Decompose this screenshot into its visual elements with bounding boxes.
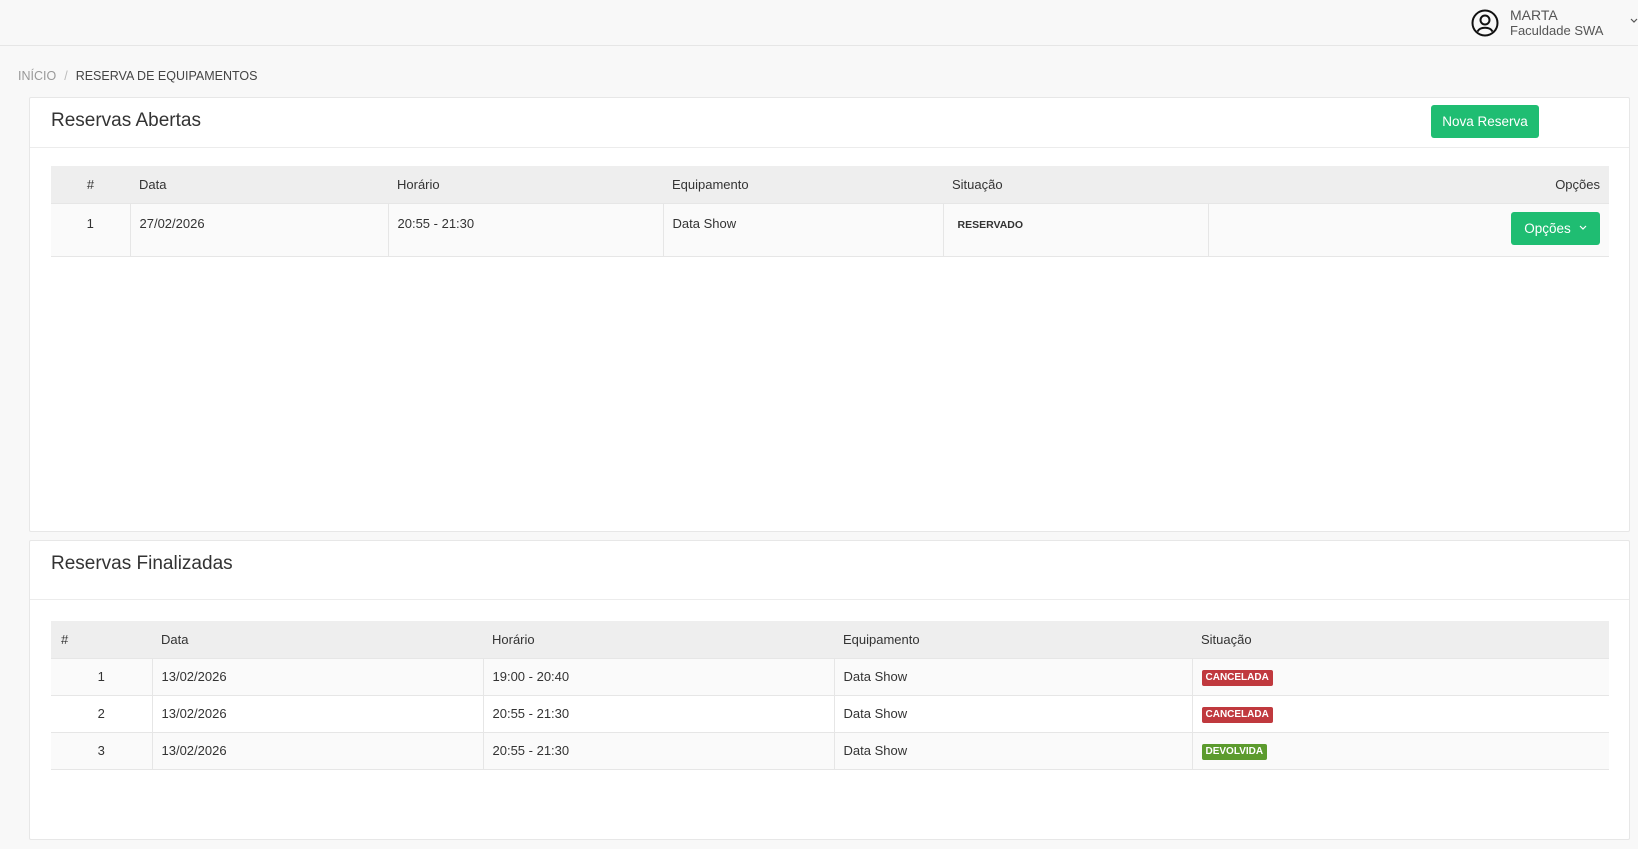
breadcrumb-home[interactable]: INÍCIO xyxy=(18,69,56,83)
table-row: 1 27/02/2026 20:55 - 21:30 Data Show RES… xyxy=(51,202,1609,256)
row-number: 1 xyxy=(51,202,131,256)
new-reservation-button[interactable]: Nova Reserva xyxy=(1431,105,1539,138)
breadcrumb-current: RESERVA DE EQUIPAMENTOS xyxy=(75,69,258,83)
column-header: Equipamento xyxy=(834,621,1192,658)
row-status-cell: RESERVADO xyxy=(943,202,1209,256)
row-date: 13/02/2026 xyxy=(152,731,484,770)
user-org: Faculdade SWA xyxy=(1510,23,1604,38)
open-reservations-panel: Reservas Abertas Nova Reserva # Data Hor… xyxy=(29,97,1630,532)
row-status-cell: DEVOLVIDA xyxy=(1192,731,1609,770)
finished-reservations-title: Reservas Finalizadas xyxy=(51,553,233,574)
row-time: 20:55 - 21:30 xyxy=(483,694,835,732)
column-header: Data xyxy=(130,166,388,203)
user-name: MARTA xyxy=(1510,7,1558,23)
row-number: 1 xyxy=(51,657,153,695)
breadcrumb: INÍCIO / RESERVA DE EQUIPAMENTOS xyxy=(18,69,257,83)
open-reservations-title: Reservas Abertas xyxy=(51,110,201,131)
open-reservations-header: Reservas Abertas Nova Reserva xyxy=(30,98,1629,148)
column-header: Situação xyxy=(1192,621,1609,658)
row-status-cell: CANCELADA xyxy=(1192,657,1609,695)
column-header: Horário xyxy=(388,166,663,203)
chevron-down-icon[interactable] xyxy=(1630,18,1638,24)
table-header-row: # Data Horário Equipamento Situação Opçõ… xyxy=(51,166,1609,203)
chevron-down-icon xyxy=(1579,225,1587,231)
row-number: 3 xyxy=(51,731,153,770)
column-header: Horário xyxy=(483,621,834,658)
table-row: 3 13/02/2026 20:55 - 21:30 Data Show DEV… xyxy=(51,731,1609,770)
finished-reservations-header: Reservas Finalizadas xyxy=(30,541,1629,600)
status-badge: CANCELADA xyxy=(1201,706,1273,723)
row-date: 27/02/2026 xyxy=(130,202,389,256)
finished-reservations-table: # Data Horário Equipamento Situação 1 13… xyxy=(51,621,1609,770)
table-header-row: # Data Horário Equipamento Situação xyxy=(51,621,1609,658)
row-options-cell: Opções xyxy=(1208,202,1609,256)
row-equipment: Data Show xyxy=(834,694,1193,732)
user-circle-icon xyxy=(1470,8,1500,38)
row-time: 20:55 - 21:30 xyxy=(483,731,835,770)
table-row: 2 13/02/2026 20:55 - 21:30 Data Show CAN… xyxy=(51,694,1609,732)
row-time: 19:00 - 20:40 xyxy=(483,657,835,695)
row-date: 13/02/2026 xyxy=(152,694,484,732)
options-label: Opções xyxy=(1524,220,1571,236)
row-date: 13/02/2026 xyxy=(152,657,484,695)
status-label: RESERVADO xyxy=(957,218,1024,231)
column-header: Equipamento xyxy=(663,166,943,203)
column-header: # xyxy=(51,166,130,203)
open-reservations-table: # Data Horário Equipamento Situação Opçõ… xyxy=(51,166,1609,257)
top-bar: MARTA Faculdade SWA xyxy=(0,0,1638,46)
status-badge: DEVOLVIDA xyxy=(1201,743,1268,760)
row-number: 2 xyxy=(51,694,153,732)
row-equipment: Data Show xyxy=(834,731,1193,770)
status-badge: CANCELADA xyxy=(1201,669,1273,686)
row-status-cell: CANCELADA xyxy=(1192,694,1609,732)
row-equipment: Data Show xyxy=(834,657,1193,695)
finished-reservations-panel: Reservas Finalizadas # Data Horário Equi… xyxy=(29,540,1630,840)
column-header: Situação xyxy=(943,166,1208,203)
column-header: # xyxy=(51,621,152,658)
column-header: Opções xyxy=(1208,166,1609,203)
column-header: Data xyxy=(152,621,483,658)
options-dropdown-button[interactable]: Opções xyxy=(1511,211,1600,245)
row-equipment: Data Show xyxy=(663,202,944,256)
breadcrumb-separator: / xyxy=(64,69,68,83)
table-row: 1 13/02/2026 19:00 - 20:40 Data Show CAN… xyxy=(51,657,1609,695)
user-menu[interactable]: MARTA Faculdade SWA xyxy=(1470,6,1638,40)
row-time: 20:55 - 21:30 xyxy=(388,202,664,256)
